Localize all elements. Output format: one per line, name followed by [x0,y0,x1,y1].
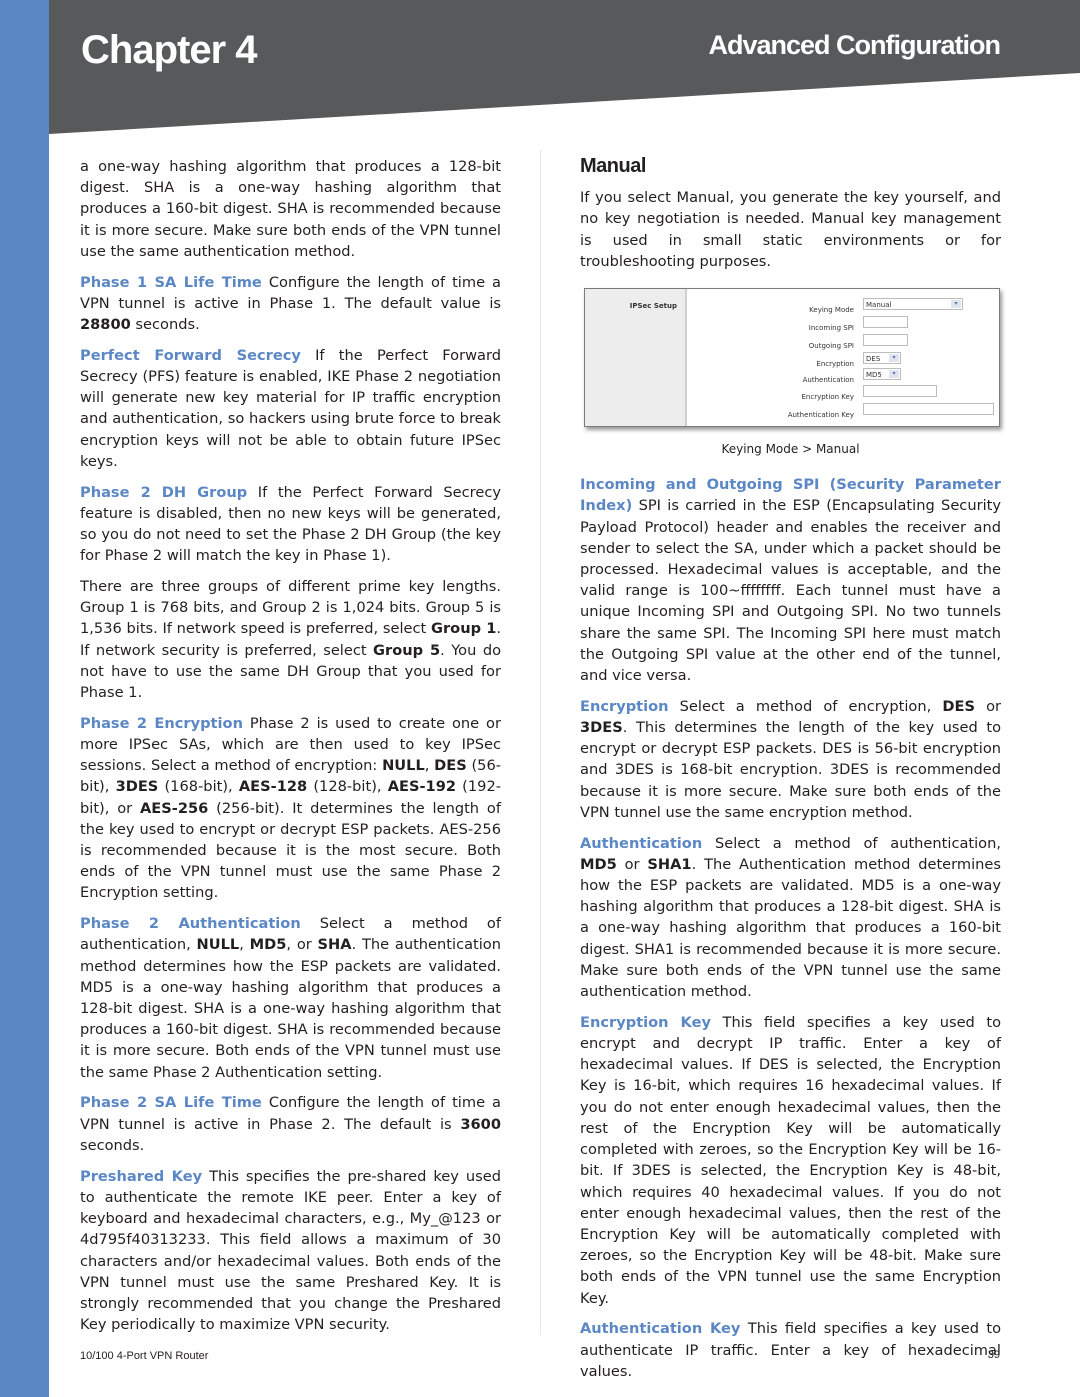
outgoing-spi-row: Outgoing SPI [685,334,999,350]
term: Phase 2 DH Group [80,483,248,501]
term: Perfect Forward Secrecy [80,346,301,364]
term: Authentication Key [580,1320,741,1338]
term: Phase 1 SA Life Time [80,273,262,291]
term: Authentication [580,834,703,852]
authentication-key-description: Authentication Key This field specifies … [580,1320,1001,1380]
authentication-select[interactable]: MD5 ▾ [863,368,901,381]
term: Phase 2 Authentication [80,915,301,933]
preshared-key: Preshared Key This specifies the pre-sha… [80,1167,501,1334]
ipsec-setup-label: IPSec Setup [629,302,677,311]
manual-heading: Manual [580,155,646,177]
encryption-select[interactable]: DES ▾ [863,352,901,365]
left-column: a one-way hashing algorithm that produce… [80,156,501,1345]
field-label: Authentication Key [787,411,854,420]
phase2-authentication: Phase 2 Authentication Select a method o… [80,915,501,1081]
dh-groups: There are three groups of different prim… [80,578,502,702]
side-color-bar [0,0,49,1397]
authentication-key-input[interactable] [863,403,994,416]
chevron-down-icon: ▾ [889,354,899,363]
term: Preshared Key [80,1167,203,1185]
column-divider [540,150,541,1335]
footer-product: 10/100 4-Port VPN Router [80,1350,209,1362]
encryption-key-description: Encryption Key This field specifies a ke… [580,1013,1002,1307]
term: Encryption Key [580,1013,712,1031]
ipsec-setup-figure: IPSec Setup Keying Mode Manual ▾ Incoming… [584,288,1000,428]
manual-intro: If you select Manual, you generate the k… [580,189,1001,270]
authentication-key-row: Authentication Key [685,403,999,419]
phase2-encryption: Phase 2 Encryption Phase 2 is used to cr… [80,714,501,902]
phase2-dh-group: Phase 2 DH Group If the Perfect Forward … [80,483,502,565]
chevron-down-icon: ▾ [889,370,899,379]
term: Phase 2 Encryption [80,714,243,732]
page-number: 39 [987,1349,1000,1361]
encryption-row: Encryption DES ▾ [685,352,999,368]
chapter-title: Chapter 4 [81,28,257,72]
figure-caption: Keying Mode > Manual [721,442,860,457]
spi-description: Incoming and Outgoing SPI (Security Para… [580,476,1001,685]
phase2-sa-lifetime: Phase 2 SA Life Time Configure the lengt… [80,1094,501,1154]
perfect-forward-secrecy: Perfect Forward Secrecy If the Perfect F… [80,346,501,470]
authentication-row: Authentication MD5 ▾ [685,368,999,384]
paragraph: a one-way hashing algorithm that produce… [80,158,501,260]
encryption-description: Encryption Select a method of encryption… [580,697,1001,821]
encryption-key-input[interactable] [863,385,937,398]
keying-mode-row: Keying Mode Manual ▾ [685,298,999,314]
incoming-spi-input[interactable] [863,316,908,329]
keying-mode-select[interactable]: Manual ▾ [863,298,963,311]
encryption-key-row: Encryption Key [685,385,999,401]
phase1-sa-lifetime: Phase 1 SA Life Time Configure the lengt… [80,273,501,334]
outgoing-spi-input[interactable] [863,334,908,347]
authentication-description: Authentication Select a method of authen… [580,834,1001,1001]
right-column: Manual If you select Manual, you generat… [580,155,1002,1392]
chevron-down-icon: ▾ [951,300,961,309]
section-title: Advanced Configuration [708,30,1001,60]
term: Encryption [580,697,669,715]
term: Phase 2 SA Life Time [80,1094,262,1112]
incoming-spi-row: Incoming SPI [685,316,999,332]
figure-left-pane: IPSec Setup [585,289,687,427]
